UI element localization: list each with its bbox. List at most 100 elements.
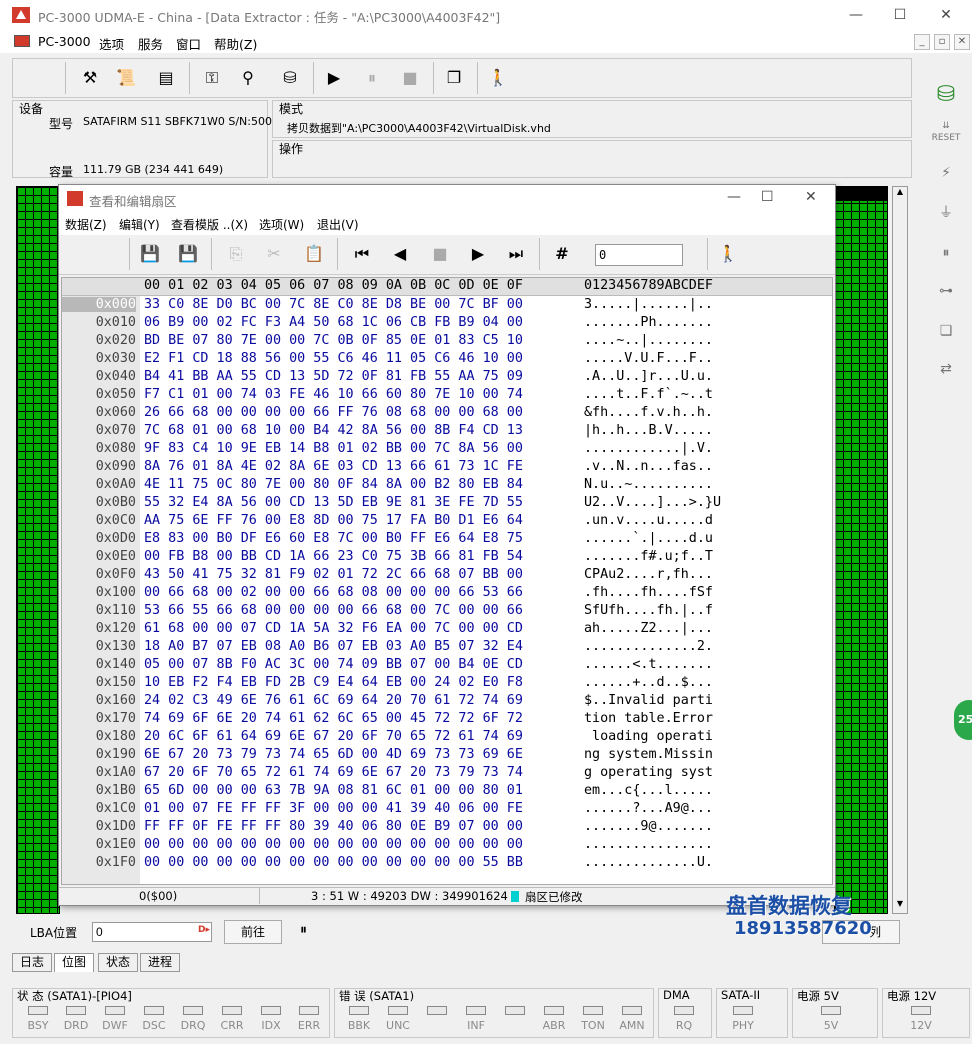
row-ascii[interactable]: ......<.t....... (584, 657, 713, 672)
binoculars-icon[interactable]: ⚲ (233, 63, 263, 93)
copy-icon[interactable]: ❏ (928, 316, 964, 346)
row-ascii[interactable]: ......?...A9@... (584, 801, 713, 816)
row-ascii[interactable]: U2..V....]...>.}U (584, 495, 721, 510)
forward-button[interactable]: 前往 (224, 920, 282, 944)
row-ascii[interactable]: tion table.Error (584, 711, 713, 726)
grid-scrollbar[interactable]: ▲ ▼ (892, 186, 908, 914)
plug-icon[interactable]: ⏚ (928, 198, 964, 228)
menu-window[interactable]: 窗口 (176, 34, 201, 53)
reset-icon[interactable]: ⇊ RESET (928, 120, 964, 150)
scroll-down-icon[interactable]: ▼ (893, 899, 907, 913)
row-ascii[interactable]: ....t..F.f`.~..t (584, 387, 713, 402)
editor-exit-icon[interactable]: 🚶 (713, 239, 743, 269)
row-hex-bytes[interactable]: 61 68 00 00 07 CD 1A 5A 32 F6 EA 00 7C 0… (144, 621, 523, 636)
row-ascii[interactable]: .......Ph....... (584, 315, 713, 330)
goto-hash-icon[interactable]: # (547, 239, 577, 269)
row-ascii[interactable]: ....~..|........ (584, 333, 713, 348)
save-as-icon[interactable]: 💾 (173, 239, 203, 269)
row-hex-bytes[interactable]: 00 00 00 00 00 00 00 00 00 00 00 00 00 0… (144, 837, 523, 852)
row-ascii[interactable]: ............|.V. (584, 441, 713, 456)
row-hex-bytes[interactable]: 00 66 68 00 02 00 00 66 68 08 00 00 00 6… (144, 585, 523, 600)
switch-icon[interactable]: ⊶ (928, 276, 964, 306)
row-ascii[interactable]: .v..N..n...fas.. (584, 459, 713, 474)
prev-sector-icon[interactable]: ◀ (385, 239, 415, 269)
database-icon[interactable]: ⛁ (928, 80, 964, 110)
connector-icon[interactable]: ⇄ (928, 354, 964, 384)
goto-sector-input[interactable] (595, 244, 683, 266)
row-hex-bytes[interactable]: 00 00 00 00 00 00 00 00 00 00 00 00 00 0… (144, 855, 523, 870)
lba-input[interactable] (92, 922, 212, 942)
scroll-up-icon[interactable]: ▲ (893, 187, 907, 201)
maximize-button[interactable]: ☐ (880, 0, 920, 30)
menu-options[interactable]: 选项 (99, 34, 124, 53)
editor-minimize-button[interactable]: — (727, 189, 741, 205)
row-ascii[interactable]: ......+..d..$... (584, 675, 713, 690)
row-hex-bytes[interactable]: 7C 68 01 00 68 10 00 B4 42 8A 56 00 8B F… (144, 423, 523, 438)
row-hex-bytes[interactable]: AA 75 6E FF 76 00 E8 8D 00 75 17 FA B0 D… (144, 513, 523, 528)
disk-icon[interactable]: ⛁ (275, 63, 305, 93)
row-ascii[interactable]: ..............U. (584, 855, 713, 870)
row-hex-bytes[interactable]: B4 41 BB AA 55 CD 13 5D 72 0F 81 FB 55 A… (144, 369, 523, 384)
row-ascii[interactable]: SfUfh....fh.|..f (584, 603, 713, 618)
row-hex-bytes[interactable]: 8A 76 01 8A 4E 02 8A 6E 03 CD 13 66 61 7… (144, 459, 523, 474)
editor-menu-options[interactable]: 选项(W) (259, 216, 304, 233)
row-hex-bytes[interactable]: 67 20 6F 70 65 72 61 74 69 6E 67 20 73 7… (144, 765, 523, 780)
paste-icon[interactable]: 📋 (299, 239, 329, 269)
tools-icon[interactable]: ⚒ (75, 63, 105, 93)
row-ascii[interactable]: .A..U..]r...U.u. (584, 369, 713, 384)
mdi-close-icon[interactable]: ✕ (954, 34, 970, 50)
editor-menu-exit[interactable]: 退出(V) (317, 216, 359, 233)
editor-maximize-button[interactable]: ☐ (761, 189, 774, 205)
row-hex-bytes[interactable]: BD BE 07 80 7E 00 00 7C 0B 0F 85 0E 01 8… (144, 333, 523, 348)
row-ascii[interactable]: $..Invalid parti (584, 693, 713, 708)
row-hex-bytes[interactable]: 65 6D 00 00 00 63 7B 9A 08 81 6C 01 00 0… (144, 783, 523, 798)
row-ascii[interactable]: ng system.Missin (584, 747, 713, 762)
stop-icon[interactable]: ■ (395, 63, 425, 93)
row-ascii[interactable]: N.u..~.......... (584, 477, 713, 492)
row-ascii[interactable]: .......9@....... (584, 819, 713, 834)
row-ascii[interactable]: em...c{...l..... (584, 783, 713, 798)
mdi-minimize-icon[interactable]: _ (914, 34, 930, 50)
row-ascii[interactable]: .....V.U.F...F.. (584, 351, 713, 366)
tree-icon[interactable]: ⚿ (197, 63, 227, 93)
row-hex-bytes[interactable]: 43 50 41 75 32 81 F9 02 01 72 2C 66 68 0… (144, 567, 523, 582)
editor-close-button[interactable]: ✕ (805, 189, 817, 205)
row-hex-bytes[interactable]: 00 FB B8 00 BB CD 1A 66 23 C0 75 3B 66 8… (144, 549, 523, 564)
next-sector-icon[interactable]: ▶ (463, 239, 493, 269)
row-hex-bytes[interactable]: 10 EB F2 F4 EB FD 2B C9 E4 64 EB 00 24 0… (144, 675, 523, 690)
pause-side-icon[interactable]: ⏸ (928, 238, 964, 268)
windows-icon[interactable]: ❐ (439, 63, 469, 93)
first-sector-icon[interactable]: ⏮ (347, 239, 377, 269)
row-ascii[interactable]: ..............2. (584, 639, 713, 654)
editor-menu-data[interactable]: 数据(Z) (65, 216, 107, 233)
row-ascii[interactable]: &fh....f.v.h..h. (584, 405, 713, 420)
exit-icon[interactable]: 🚶 (483, 63, 513, 93)
counter-icon[interactable]: ▤ (151, 63, 181, 93)
tab-status[interactable]: 状态 (98, 953, 138, 972)
row-hex-bytes[interactable]: 01 00 07 FE FF FF 3F 00 00 00 41 39 40 0… (144, 801, 523, 816)
row-hex-bytes[interactable]: 74 69 6F 6E 20 74 61 62 6C 65 00 45 72 7… (144, 711, 523, 726)
cut-icon[interactable]: ✂ (259, 239, 289, 269)
row-ascii[interactable]: ......`.|....d.u (584, 531, 713, 546)
row-ascii[interactable]: ................ (584, 837, 713, 852)
editor-menu-template[interactable]: 查看模版 ..(X) (171, 216, 248, 233)
row-hex-bytes[interactable]: 24 02 C3 49 6E 76 61 6C 69 64 20 70 61 7… (144, 693, 523, 708)
save-icon[interactable]: 💾 (135, 239, 165, 269)
lba-pause-button[interactable]: ⏸ (300, 922, 307, 938)
row-hex-bytes[interactable]: 6E 67 20 73 79 73 74 65 6D 00 4D 69 73 7… (144, 747, 523, 762)
lba-dropdown-icon[interactable]: D▸ (198, 925, 210, 935)
play-icon[interactable]: ▶ (319, 63, 349, 93)
pause-icon[interactable]: ⏸ (357, 63, 387, 93)
scroll-icon[interactable]: 📜 (111, 63, 141, 93)
bolt-icon[interactable]: ⚡ (928, 158, 964, 188)
row-hex-bytes[interactable]: 55 32 E4 8A 56 00 CD 13 5D EB 9E 81 3E F… (144, 495, 523, 510)
minimize-button[interactable]: — (836, 0, 876, 30)
row-ascii[interactable]: .fh....fh....fSf (584, 585, 713, 600)
row-ascii[interactable]: |h..h...B.V..... (584, 423, 713, 438)
row-ascii[interactable]: 3.....|......|.. (584, 297, 713, 312)
row-ascii[interactable]: CPAu2....r,fh... (584, 567, 713, 582)
row-hex-bytes[interactable]: 06 B9 00 02 FC F3 A4 50 68 1C 06 CB FB B… (144, 315, 523, 330)
row-ascii[interactable]: g operating syst (584, 765, 713, 780)
row-hex-bytes[interactable]: 53 66 55 66 68 00 00 00 00 66 68 00 7C 0… (144, 603, 523, 618)
close-button[interactable]: ✕ (926, 0, 966, 30)
